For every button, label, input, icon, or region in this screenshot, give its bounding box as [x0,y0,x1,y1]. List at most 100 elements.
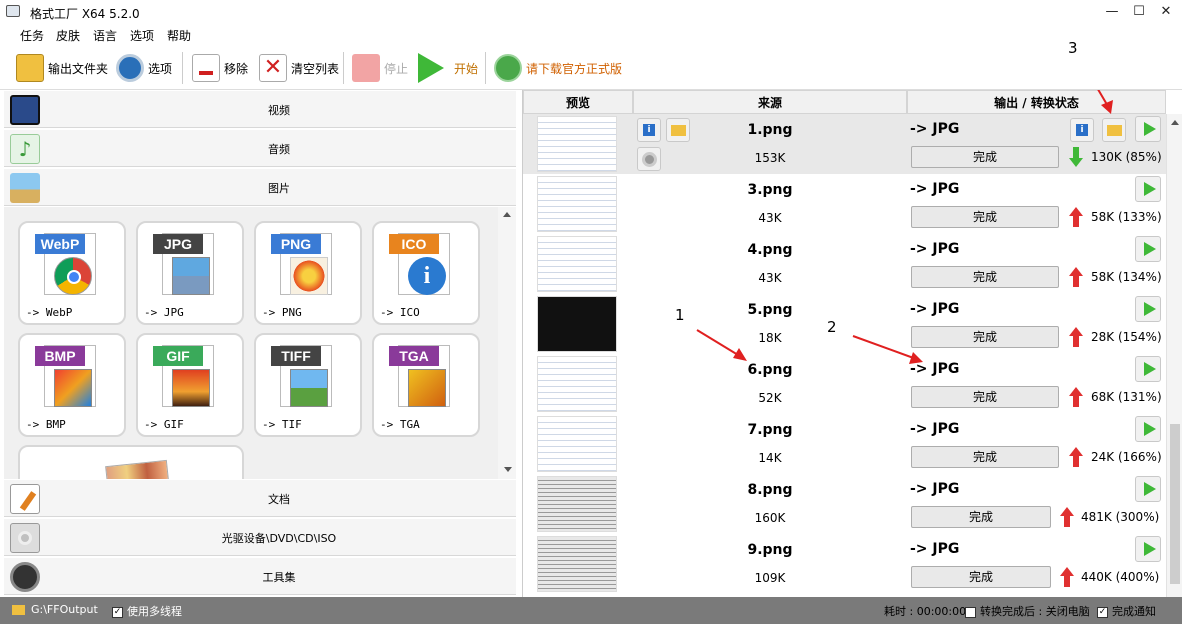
options-label: 选项 [148,61,173,76]
clear-list-button[interactable]: ✕ 清空列表 [259,52,339,84]
globe-download-icon [494,54,522,82]
category-video[interactable]: 视频 [4,90,516,128]
status-bar: G:\FFOutput ✓ 使用多线程 耗时 : 00:00:00 转换完成后 :… [0,597,1182,624]
menu-skin[interactable]: 皮肤 [56,27,80,44]
format-grid-scrollbar[interactable] [498,207,516,479]
task-list-panel: 预览 来源 输出 / 转换状态 i i 1.png 153K -> JPG 完成 130K … [522,90,1182,597]
after-convert-checkbox[interactable]: 转换完成后 : 关闭电脑 [965,603,1090,619]
options-button[interactable]: 选项 [116,52,172,84]
output-path: G:\FFOutput [31,603,98,616]
title-bar: 格式工厂 X64 5.2.0 — ☐ ✕ [0,0,1182,24]
output-folder-button[interactable]: 输出文件夹 [16,52,108,84]
format-badge: TGA [389,346,439,366]
start-play-icon [418,53,444,83]
leaf-icon [408,369,446,407]
format-webp-card[interactable]: WebP -> WebP [18,221,126,325]
category-tools-label: 工具集 [262,571,296,584]
format-label: -> PNG [262,306,302,319]
category-audio-label: 音频 [268,143,290,156]
remove-button[interactable]: 移除 [192,52,248,84]
maximize-button[interactable]: ☐ [1127,4,1151,20]
format-png-card[interactable]: PNG -> PNG [254,221,362,325]
category-disc-label: 光驱设备\DVD\CD\ISO [221,532,337,545]
stop-icon [352,54,380,82]
format-more-card[interactable] [18,445,244,479]
category-image-label: 图片 [268,182,290,195]
category-document-label: 文档 [268,493,290,506]
stop-button[interactable]: 停止 [352,52,408,84]
annotation-arrowhead-2 [909,352,923,364]
format-label: -> TIF [262,418,302,431]
annotation-arrows [696,90,1113,364]
format-tga-card[interactable]: TGA -> TGA [372,333,480,437]
format-tif-card[interactable]: TIFF -> TIF [254,333,362,437]
category-disc[interactable]: 光驱设备\DVD\CD\ISO [4,518,516,556]
format-badge: WebP [35,234,85,254]
format-jpg-card[interactable]: JPG -> JPG [136,221,244,325]
format-badge: TIFF [271,346,321,366]
folder-icon [12,605,25,615]
format-badge: JPG [153,234,203,254]
format-badge: ICO [389,234,439,254]
after-convert-label: 转换完成后 : 关闭电脑 [980,605,1090,618]
format-label: -> WebP [26,306,73,319]
format-gif-card[interactable]: GIF -> GIF [136,333,244,437]
format-label: -> GIF [144,418,184,431]
menu-task[interactable]: 任务 [20,27,44,44]
image-format-grid: WebP -> WebP JPG -> JPG PNG -> PNG ICO i… [4,207,498,479]
format-label: -> BMP [26,418,66,431]
output-folder-status[interactable]: G:\FFOutput [12,603,98,616]
checkbox-checked-icon: ✓ [112,606,123,618]
notify-label: 完成通知 [1112,605,1156,618]
clear-list-icon: ✕ [259,54,287,82]
start-label: 开始 [454,61,479,76]
left-panel: 视频 ♪ 音频 图片 WebP -> WebP JPG -> JPG PNG -… [0,90,517,597]
multithread-checkbox[interactable]: ✓ 使用多线程 [112,603,182,619]
photo-icon [172,257,210,295]
format-ico-card[interactable]: ICO i -> ICO [372,221,480,325]
annotation-label-1: 1 [675,306,685,324]
elapsed-time: 耗时 : 00:00:00 [884,605,967,618]
minimize-button[interactable]: — [1100,4,1124,20]
options-gear-icon [116,54,144,82]
category-document[interactable]: 文档 [4,479,516,517]
flower-icon [290,257,328,295]
stop-label: 停止 [384,61,409,76]
menu-language[interactable]: 语言 [93,27,117,44]
remove-icon [192,54,220,82]
menu-bar: 任务 皮肤 语言 选项 帮助 [0,24,1182,46]
format-label: -> ICO [380,306,420,319]
format-badge: GIF [153,346,203,366]
notify-checkbox[interactable]: ✓ 完成通知 [1097,603,1156,619]
annotation-arrow-2 [852,335,920,361]
annotation-label-3: 3 [1068,39,1078,57]
start-button[interactable]: 开始 [418,52,478,84]
toolbar: 输出文件夹 选项 移除 ✕ 清空列表 停止 开始 请下载官方正式版 [0,46,1182,90]
download-official-button[interactable]: 请下载官方正式版 [494,52,622,84]
format-badge: BMP [35,346,85,366]
format-bmp-card[interactable]: BMP -> BMP [18,333,126,437]
menu-options[interactable]: 选项 [130,27,154,44]
annotation-label-2: 2 [827,318,837,336]
clear-list-label: 清空列表 [291,61,340,76]
remove-label: 移除 [224,61,249,76]
paint-icon [54,369,92,407]
multithread-label: 使用多线程 [127,605,182,618]
category-audio[interactable]: ♪ 音频 [4,129,516,167]
folder-icon [16,54,44,82]
output-folder-label: 输出文件夹 [48,61,109,76]
sunset-icon [172,369,210,407]
category-tools[interactable]: 工具集 [4,557,516,595]
close-button[interactable]: ✕ [1154,4,1178,20]
format-label: -> TGA [380,418,420,431]
annotation-arrowhead-3 [1101,100,1113,114]
app-icon [6,5,20,17]
category-image[interactable]: 图片 [4,168,516,206]
checkbox-empty-icon [965,606,976,618]
menu-help[interactable]: 帮助 [167,27,191,44]
app-title: 格式工厂 X64 5.2.0 [30,7,140,21]
info-icon: i [408,257,446,295]
download-label: 请下载官方正式版 [526,61,623,76]
chrome-icon [54,257,92,295]
meadow-icon [290,369,328,407]
